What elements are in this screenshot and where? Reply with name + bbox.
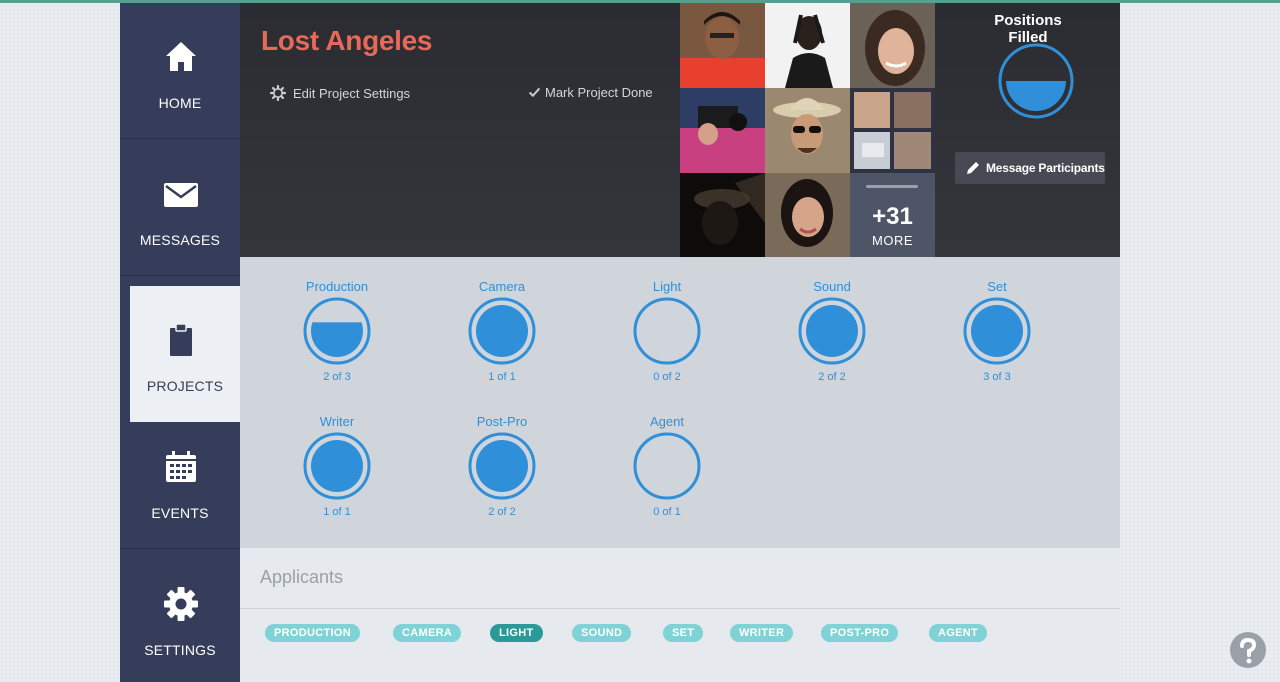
applicants-title: Applicants	[260, 567, 344, 587]
gauge-fill	[971, 305, 1023, 357]
envelope-icon	[164, 183, 198, 207]
help-icon[interactable]	[1230, 632, 1266, 668]
position-gauge	[468, 432, 536, 500]
more-label: MORE	[872, 233, 913, 248]
tag-writer[interactable]: WRITER	[730, 624, 794, 642]
sidebar: HOME MESSAGES PROJECTS EVENTS SETTINGS	[120, 3, 240, 682]
participant-photo[interactable]	[765, 173, 850, 258]
position-name: Light	[652, 279, 682, 294]
position-name: Agent	[650, 414, 684, 429]
edit-project-settings-label: Edit Project Settings	[293, 85, 411, 101]
sidebar-item-label: SETTINGS	[144, 642, 216, 658]
position-count: 2 of 2	[818, 371, 846, 383]
participant-photo[interactable]	[850, 3, 935, 88]
position-count: 0 of 1	[653, 506, 681, 518]
tag-post-pro[interactable]: POST-PRO	[821, 624, 899, 642]
participant-photo[interactable]	[850, 88, 935, 173]
position-gauge	[303, 432, 371, 500]
position-count: 3 of 3	[983, 371, 1011, 383]
position-gauge	[798, 297, 866, 365]
home-icon	[166, 42, 196, 71]
tag-set[interactable]: SET	[663, 624, 704, 642]
participant-photo[interactable]	[680, 3, 765, 88]
position-post-pro[interactable]: Post-Pro 2 of 2	[442, 414, 562, 518]
position-writer[interactable]: Writer 1 of 1	[277, 414, 397, 518]
positions-panel: Production 2 of 3 Camera 1 of 1 Light 0 …	[240, 257, 1120, 548]
participant-photo[interactable]	[680, 173, 765, 258]
position-camera[interactable]: Camera 1 of 1	[442, 279, 562, 383]
position-count: 0 of 2	[653, 371, 681, 383]
sidebar-item-settings[interactable]: SETTINGS	[120, 550, 240, 682]
mark-project-done-label: Mark Project Done	[545, 85, 653, 100]
more-participants-tile[interactable]: +31 MORE	[850, 173, 935, 257]
position-light[interactable]: Light 0 of 2	[607, 279, 727, 383]
divider	[240, 608, 1120, 609]
message-participants-button[interactable]: Message Participants	[955, 152, 1105, 184]
calendar-icon	[166, 451, 196, 482]
sidebar-item-label: PROJECTS	[146, 378, 224, 394]
position-gauge	[303, 297, 371, 365]
position-gauge	[633, 432, 701, 500]
participant-photo[interactable]	[765, 88, 850, 173]
position-name: Set	[987, 279, 1007, 294]
checkmark-icon	[528, 87, 541, 98]
position-count: 2 of 3	[323, 371, 351, 383]
sidebar-item-label: EVENTS	[151, 505, 209, 521]
clipboard-icon	[170, 323, 192, 356]
position-count: 2 of 2	[488, 506, 516, 518]
position-name: Production	[305, 279, 369, 294]
project-title: Lost Angeles	[261, 25, 433, 56]
position-name: Camera	[478, 279, 526, 294]
tag-camera[interactable]: CAMERA	[393, 624, 462, 642]
position-count: 1 of 1	[488, 371, 516, 383]
gauge-fill	[476, 305, 528, 357]
sidebar-item-messages[interactable]: MESSAGES	[120, 140, 240, 276]
position-gauge	[963, 297, 1031, 365]
gear-icon	[270, 85, 286, 101]
position-name: Post-Pro	[476, 414, 528, 429]
positions-filled-label: Positions Filled	[994, 12, 1062, 46]
position-gauge	[633, 297, 701, 365]
gauge-fill	[806, 305, 858, 357]
position-set[interactable]: Set 3 of 3	[937, 279, 1057, 383]
more-count: +31	[872, 203, 913, 230]
tag-sound[interactable]: SOUND	[572, 624, 632, 642]
project-header: Lost Angeles Edit Project Settings Mark …	[240, 3, 1120, 258]
gauge-fill	[311, 440, 363, 492]
edit-project-settings-link[interactable]: Edit Project Settings	[270, 85, 410, 101]
pencil-icon	[967, 162, 979, 174]
position-agent[interactable]: Agent 0 of 1	[607, 414, 727, 518]
position-sound[interactable]: Sound 2 of 2	[772, 279, 892, 383]
sidebar-item-events[interactable]: EVENTS	[120, 413, 240, 549]
tag-light[interactable]: LIGHT	[490, 624, 543, 642]
sidebar-item-label: HOME	[158, 95, 202, 111]
gear-icon	[164, 587, 198, 621]
position-name: Sound	[813, 279, 851, 294]
position-gauge	[468, 297, 536, 365]
divider	[866, 185, 918, 188]
gauge-fill	[476, 440, 528, 492]
positions-filled-gauge	[998, 43, 1074, 119]
sidebar-item-projects[interactable]: PROJECTS	[130, 286, 240, 422]
sidebar-item-home[interactable]: HOME	[120, 3, 240, 139]
position-name: Writer	[319, 414, 355, 429]
position-count: 1 of 1	[323, 506, 351, 518]
sidebar-item-label: MESSAGES	[139, 232, 221, 248]
mark-project-done-link[interactable]: Mark Project Done	[528, 85, 653, 100]
participant-photo[interactable]	[680, 88, 765, 173]
participant-photo[interactable]	[765, 3, 850, 88]
tag-agent[interactable]: AGENT	[929, 624, 987, 642]
message-participants-label: Message Participants	[986, 161, 1105, 175]
position-production[interactable]: Production 2 of 3	[277, 279, 397, 383]
tag-production[interactable]: PRODUCTION	[265, 624, 360, 642]
applicants-panel: Applicants PRODUCTION CAMERA LIGHT SOUND…	[240, 548, 1120, 682]
